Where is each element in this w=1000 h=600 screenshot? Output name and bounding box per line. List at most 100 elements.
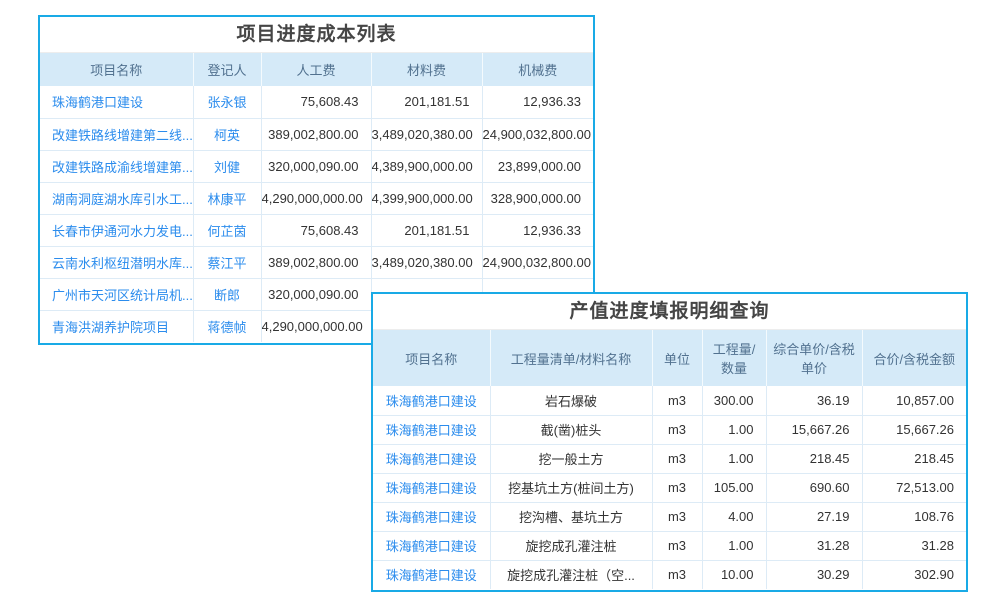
column-header-boq-material-name: 工程量清单/材料名称: [490, 330, 652, 386]
quantity-cell: 105.00: [702, 473, 766, 502]
column-header-registrant: 登记人: [193, 53, 261, 86]
registrant-link[interactable]: 蔡江平: [193, 246, 261, 278]
total-amount-cell: 108.76: [862, 502, 966, 531]
project-name-link[interactable]: 珠海鹤港口建设: [373, 531, 490, 560]
boq-material-name-cell: 挖一般土方: [490, 444, 652, 473]
registrant-link[interactable]: 断郎: [193, 278, 261, 310]
output-value-row: 珠海鹤港口建设 岩石爆破 m3 300.00 36.19 10,857.00: [373, 386, 966, 415]
labor-cost-cell: 4,290,000,000.00: [261, 310, 371, 342]
boq-material-name-cell: 岩石爆破: [490, 386, 652, 415]
project-cost-panel-title: 项目进度成本列表: [40, 17, 593, 53]
labor-cost-cell: 75,608.43: [261, 214, 371, 246]
project-cost-row: 长春市伊通河水力发电... 何芷茵 75,608.43 201,181.51 1…: [40, 214, 593, 246]
machine-cost-cell: 24,900,032,800.00: [482, 118, 593, 150]
unit-price-cell: 690.60: [766, 473, 862, 502]
quantity-cell: 1.00: [702, 415, 766, 444]
output-value-row: 珠海鹤港口建设 旋挖成孔灌注桩（空... m3 10.00 30.29 302.…: [373, 560, 966, 589]
column-header-unit-price: 综合单价/含税单价: [766, 330, 862, 386]
labor-cost-cell: 75,608.43: [261, 86, 371, 118]
quantity-cell: 10.00: [702, 560, 766, 589]
project-name-link[interactable]: 珠海鹤港口建设: [373, 502, 490, 531]
output-value-row: 珠海鹤港口建设 截(凿)桩头 m3 1.00 15,667.26 15,667.…: [373, 415, 966, 444]
machine-cost-cell: 23,899,000.00: [482, 150, 593, 182]
labor-cost-cell: 389,002,800.00: [261, 246, 371, 278]
total-amount-cell: 72,513.00: [862, 473, 966, 502]
column-header-project-name: 项目名称: [373, 330, 490, 386]
registrant-link[interactable]: 柯英: [193, 118, 261, 150]
project-name-link[interactable]: 改建铁路成渝线增建第...: [40, 150, 193, 182]
total-amount-cell: 302.90: [862, 560, 966, 589]
column-header-unit: 单位: [652, 330, 702, 386]
unit-cell: m3: [652, 531, 702, 560]
column-header-total-amount: 合价/含税金额: [862, 330, 966, 386]
output-value-row: 珠海鹤港口建设 旋挖成孔灌注桩 m3 1.00 31.28 31.28: [373, 531, 966, 560]
registrant-link[interactable]: 蒋德帧: [193, 310, 261, 342]
output-value-row: 珠海鹤港口建设 挖沟槽、基坑土方 m3 4.00 27.19 108.76: [373, 502, 966, 531]
output-value-row: 珠海鹤港口建设 挖基坑土方(桩间土方) m3 105.00 690.60 72,…: [373, 473, 966, 502]
project-name-link[interactable]: 珠海鹤港口建设: [373, 473, 490, 502]
output-value-detail-panel: 产值进度填报明细查询 项目名称 工程量清单/材料名称 单位 工程量/数量 综合单…: [371, 292, 968, 592]
output-value-row: 珠海鹤港口建设 挖一般土方 m3 1.00 218.45 218.45: [373, 444, 966, 473]
registrant-link[interactable]: 林康平: [193, 182, 261, 214]
output-value-header-row: 项目名称 工程量清单/材料名称 单位 工程量/数量 综合单价/含税单价 合价/含…: [373, 330, 966, 386]
unit-price-cell: 15,667.26: [766, 415, 862, 444]
column-header-project-name: 项目名称: [40, 53, 193, 86]
labor-cost-cell: 4,290,000,000.00: [261, 182, 371, 214]
output-value-detail-panel-title: 产值进度填报明细查询: [373, 294, 966, 330]
column-header-machine-cost: 机械费: [482, 53, 593, 86]
material-cost-cell: 4,389,900,000.00: [371, 150, 482, 182]
quantity-cell: 4.00: [702, 502, 766, 531]
unit-cell: m3: [652, 444, 702, 473]
boq-material-name-cell: 旋挖成孔灌注桩: [490, 531, 652, 560]
project-cost-row: 改建铁路成渝线增建第... 刘健 320,000,090.00 4,389,90…: [40, 150, 593, 182]
project-name-link[interactable]: 珠海鹤港口建设: [373, 415, 490, 444]
machine-cost-cell: 24,900,032,800.00: [482, 246, 593, 278]
machine-cost-cell: 12,936.33: [482, 214, 593, 246]
total-amount-cell: 15,667.26: [862, 415, 966, 444]
boq-material-name-cell: 挖沟槽、基坑土方: [490, 502, 652, 531]
project-cost-row: 湖南洞庭湖水库引水工... 林康平 4,290,000,000.00 4,399…: [40, 182, 593, 214]
total-amount-cell: 31.28: [862, 531, 966, 560]
material-cost-cell: 3,489,020,380.00: [371, 118, 482, 150]
unit-cell: m3: [652, 415, 702, 444]
project-name-link[interactable]: 珠海鹤港口建设: [373, 386, 490, 415]
unit-price-cell: 31.28: [766, 531, 862, 560]
registrant-link[interactable]: 张永银: [193, 86, 261, 118]
material-cost-cell: 201,181.51: [371, 86, 482, 118]
project-name-link[interactable]: 湖南洞庭湖水库引水工...: [40, 182, 193, 214]
column-header-quantity: 工程量/数量: [702, 330, 766, 386]
material-cost-cell: 4,399,900,000.00: [371, 182, 482, 214]
unit-price-cell: 27.19: [766, 502, 862, 531]
project-cost-row: 改建铁路线增建第二线... 柯英 389,002,800.00 3,489,02…: [40, 118, 593, 150]
project-name-link[interactable]: 云南水利枢纽潜明水库...: [40, 246, 193, 278]
project-name-link[interactable]: 改建铁路线增建第二线...: [40, 118, 193, 150]
registrant-link[interactable]: 何芷茵: [193, 214, 261, 246]
material-cost-cell: 201,181.51: [371, 214, 482, 246]
output-value-detail-table: 项目名称 工程量清单/材料名称 单位 工程量/数量 综合单价/含税单价 合价/含…: [373, 330, 966, 589]
project-cost-row: 云南水利枢纽潜明水库... 蔡江平 389,002,800.00 3,489,0…: [40, 246, 593, 278]
project-name-link[interactable]: 广州市天河区统计局机...: [40, 278, 193, 310]
boq-material-name-cell: 挖基坑土方(桩间土方): [490, 473, 652, 502]
unit-price-cell: 218.45: [766, 444, 862, 473]
project-name-link[interactable]: 长春市伊通河水力发电...: [40, 214, 193, 246]
machine-cost-cell: 12,936.33: [482, 86, 593, 118]
quantity-cell: 1.00: [702, 444, 766, 473]
project-name-link[interactable]: 青海洪湖养护院项目: [40, 310, 193, 342]
unit-price-cell: 36.19: [766, 386, 862, 415]
project-name-link[interactable]: 珠海鹤港口建设: [373, 560, 490, 589]
total-amount-cell: 10,857.00: [862, 386, 966, 415]
project-name-link[interactable]: 珠海鹤港口建设: [40, 86, 193, 118]
unit-cell: m3: [652, 473, 702, 502]
unit-price-cell: 30.29: [766, 560, 862, 589]
project-name-link[interactable]: 珠海鹤港口建设: [373, 444, 490, 473]
machine-cost-cell: 328,900,000.00: [482, 182, 593, 214]
unit-cell: m3: [652, 560, 702, 589]
column-header-labor-cost: 人工费: [261, 53, 371, 86]
project-cost-header-row: 项目名称 登记人 人工费 材料费 机械费: [40, 53, 593, 86]
boq-material-name-cell: 旋挖成孔灌注桩（空...: [490, 560, 652, 589]
unit-cell: m3: [652, 502, 702, 531]
registrant-link[interactable]: 刘健: [193, 150, 261, 182]
project-cost-row: 珠海鹤港口建设 张永银 75,608.43 201,181.51 12,936.…: [40, 86, 593, 118]
labor-cost-cell: 320,000,090.00: [261, 150, 371, 182]
material-cost-cell: 3,489,020,380.00: [371, 246, 482, 278]
